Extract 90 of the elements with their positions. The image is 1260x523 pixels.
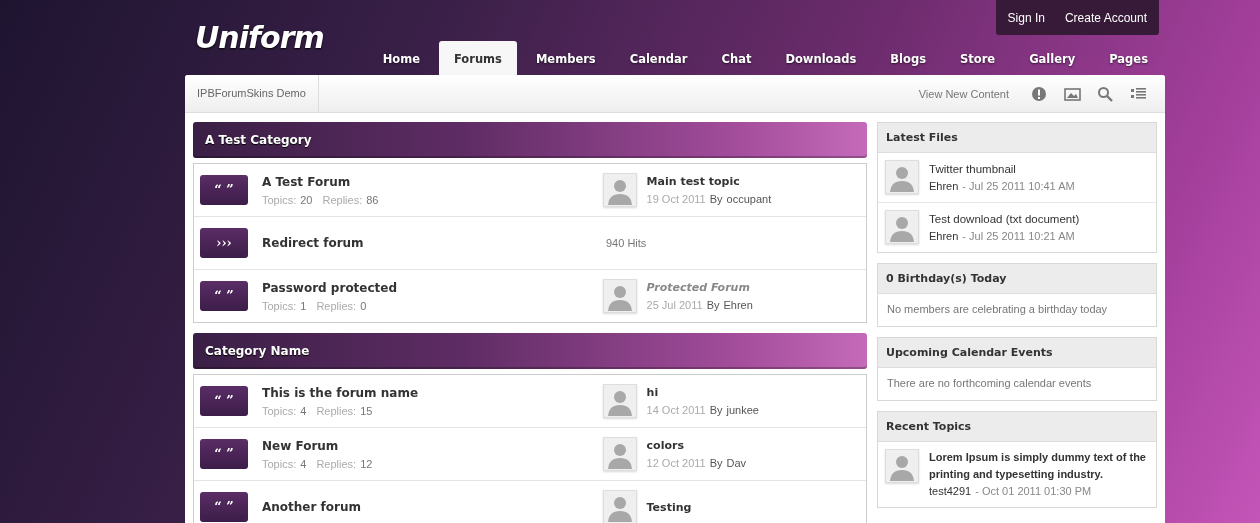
user-avatar <box>602 173 637 207</box>
user-avatar <box>602 279 637 313</box>
block-title: 0 Birthday(s) Today <box>878 264 1156 294</box>
by-label: By <box>709 193 723 205</box>
search-icon[interactable] <box>1097 85 1114 102</box>
by-label: By <box>709 404 723 416</box>
stat-value: 12 <box>360 457 373 470</box>
forum-title[interactable]: A Test Forum <box>262 174 603 189</box>
post-date: - Jul 25 2011 10:41 AM <box>962 179 1075 194</box>
account-link[interactable]: Create Account <box>1064 10 1147 25</box>
user-avatar <box>602 384 637 418</box>
stat-value: 15 <box>360 404 373 417</box>
forum-status-icon: “ ” <box>200 439 248 469</box>
account-link[interactable]: Sign In <box>1007 10 1045 25</box>
post-date: 14 Oct 2011 <box>646 404 706 416</box>
forum-status-icon: ››› <box>200 228 248 258</box>
image-icon[interactable] <box>1064 85 1081 102</box>
stat-label: Topics: <box>262 193 297 206</box>
nav-tab[interactable]: Members <box>520 41 611 75</box>
author-link[interactable]: junkee <box>726 404 759 416</box>
stat-value: 4 <box>300 404 307 417</box>
last-post-title[interactable]: Main test topic <box>646 175 772 188</box>
site-logo[interactable]: Uniform <box>195 20 324 55</box>
stat-label: Replies: <box>316 299 357 312</box>
author-link[interactable]: Dav <box>726 457 747 469</box>
nav-tab[interactable]: Store <box>945 41 1011 75</box>
category-header[interactable]: Category Name <box>193 333 867 369</box>
hits-count: 940 Hits <box>606 237 647 249</box>
author-link[interactable]: test4291 <box>929 483 972 500</box>
by-label: By <box>706 299 720 311</box>
stat-label: Topics: <box>262 404 297 417</box>
stat-value: 1 <box>300 299 307 312</box>
forum-status-icon: “ ” <box>200 281 248 311</box>
user-avatar <box>885 449 919 483</box>
author-link[interactable]: occupant <box>726 193 772 205</box>
forum-status-icon: “ ” <box>200 386 248 416</box>
by-label: By <box>709 457 723 469</box>
nav-tab[interactable]: Downloads <box>770 41 872 75</box>
stat-value: 86 <box>366 193 379 206</box>
nav-tab[interactable]: Pages <box>1094 41 1163 75</box>
author-link[interactable]: Ehren <box>929 178 959 195</box>
user-avatar <box>602 437 637 471</box>
stat-label: Replies: <box>316 404 357 417</box>
post-date: 12 Oct 2011 <box>646 457 706 469</box>
forum-status-icon: “ ” <box>200 492 248 522</box>
nav-tab[interactable]: Blogs <box>875 41 941 75</box>
breadcrumb-link[interactable]: IPBForumSkins Demo <box>185 75 319 112</box>
last-post-title[interactable]: hi <box>646 386 759 399</box>
user-avatar <box>602 490 637 523</box>
block-title: Latest Files <box>878 123 1156 153</box>
block-message: No members are celebrating a birthday today <box>886 302 1109 317</box>
stat-value: 4 <box>300 457 307 470</box>
stat-label: Replies: <box>322 193 363 206</box>
stat-label: Topics: <box>262 299 297 312</box>
last-post-title[interactable]: Testing <box>646 500 692 514</box>
forum-title[interactable]: This is the forum name <box>262 385 603 400</box>
topic-title[interactable]: Lorem Ipsum is simply dummy text of the printing and typesetting industry. <box>929 449 1149 483</box>
file-title[interactable]: Twitter thumbnail <box>929 160 1075 178</box>
user-avatar <box>885 160 919 194</box>
author-link[interactable]: Ehren <box>723 299 753 311</box>
nav-tab[interactable]: Forums <box>438 41 517 75</box>
forum-title[interactable]: Redirect forum <box>262 236 606 250</box>
block-title: Recent Topics <box>878 412 1156 442</box>
post-date: 19 Oct 2011 <box>646 193 706 205</box>
author-link[interactable]: Ehren <box>929 228 959 245</box>
forum-title[interactable]: Another forum <box>262 500 603 514</box>
view-new-content-link[interactable]: View New Content <box>918 87 1009 100</box>
list-icon[interactable] <box>1130 85 1147 102</box>
block-title: Upcoming Calendar Events <box>878 338 1156 368</box>
file-title[interactable]: Test download (txt document) <box>929 210 1080 228</box>
forum-status-icon: “ ” <box>200 175 248 205</box>
last-post-title: Protected Forum <box>646 281 751 294</box>
category-header[interactable]: A Test Category <box>193 122 867 158</box>
nav-tab[interactable]: Gallery <box>1014 41 1091 75</box>
stat-value: 20 <box>300 193 313 206</box>
forum-title[interactable]: New Forum <box>262 438 603 453</box>
last-post-title[interactable]: colors <box>646 439 747 452</box>
nav-tab[interactable]: Chat <box>706 41 767 75</box>
nav-tab[interactable]: Home <box>367 41 435 75</box>
user-avatar <box>885 210 919 244</box>
post-date: - Jul 25 2011 10:21 AM <box>962 229 1075 244</box>
block-message: There are no forthcoming calendar events <box>886 376 1093 391</box>
stat-value: 0 <box>360 299 367 312</box>
forum-title[interactable]: Password protected <box>262 280 603 295</box>
nav-tab[interactable]: Calendar <box>614 41 703 75</box>
stat-label: Replies: <box>316 457 357 470</box>
post-date: - Oct 01 2011 01:30 PM <box>975 484 1092 499</box>
post-date: 25 Jul 2011 <box>646 299 703 311</box>
alert-icon[interactable] <box>1031 85 1048 102</box>
stat-label: Topics: <box>262 457 297 470</box>
